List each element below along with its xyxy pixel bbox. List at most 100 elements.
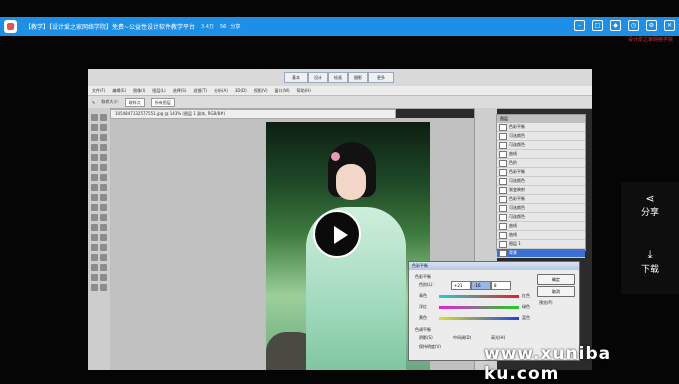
tone-midtones[interactable]: 中间调(D) <box>453 335 471 341</box>
tone-shadows[interactable]: 阴影(S) <box>419 335 433 341</box>
menu-help[interactable]: 帮助(H) <box>297 88 311 94</box>
menu-window[interactable]: 窗口(W) <box>275 88 290 94</box>
tone-highlights[interactable]: 高光(H) <box>491 335 505 341</box>
tool-icon[interactable] <box>91 254 98 261</box>
layer-row[interactable]: 曲线 <box>497 222 585 231</box>
preserve-luminosity-checkbox[interactable]: 保持明度(V) <box>419 344 441 350</box>
menu-3d[interactable]: 3D(D) <box>235 88 247 93</box>
tool-icon[interactable] <box>100 264 107 271</box>
preview-checkbox[interactable]: 预览(P) <box>539 300 553 306</box>
ps-tab-photo[interactable]: 摄影 <box>348 72 368 83</box>
tool-icon[interactable] <box>100 274 107 281</box>
menu-analysis[interactable]: 分析(A) <box>214 88 228 94</box>
menu-view[interactable]: 视图(V) <box>254 88 268 94</box>
tool-icon[interactable] <box>91 194 98 201</box>
ps-tab-paint[interactable]: 绘画 <box>328 72 348 83</box>
tool-icon[interactable] <box>91 114 98 121</box>
level-input-2[interactable]: -16 <box>471 281 491 290</box>
layer-row[interactable]: 渐变映射 <box>497 186 585 195</box>
share-button[interactable]: ⋖ 分享 <box>621 182 679 238</box>
tool-icon[interactable] <box>100 244 107 251</box>
layer-row[interactable]: 图层 1 <box>497 240 585 249</box>
sample-size-select[interactable]: 取样点 <box>124 97 145 107</box>
layer-row[interactable]: 可选颜色 <box>497 141 585 150</box>
tool-icon[interactable] <box>91 154 98 161</box>
menu-filter[interactable]: 滤镜(T) <box>193 88 207 94</box>
yellow-blue-slider[interactable] <box>439 317 519 320</box>
tool-icon[interactable] <box>91 134 98 141</box>
ps-tab-design[interactable]: 设计 <box>308 72 328 83</box>
tool-icon[interactable] <box>100 214 107 221</box>
layer-row[interactable]: 背景 <box>497 249 585 258</box>
tool-icon[interactable] <box>91 164 98 171</box>
tool-icon[interactable] <box>100 204 107 211</box>
ps-document-tab[interactable]: 1054847132577551.jpg @ 143% (图层 1 副本, RG… <box>110 109 396 119</box>
level-input-3[interactable]: 8 <box>491 281 511 290</box>
clock-icon[interactable]: ◷ <box>628 20 639 31</box>
play-button-icon[interactable] <box>313 210 361 258</box>
sample-layers-select[interactable]: 所有图层 <box>150 97 175 107</box>
magenta-green-slider[interactable] <box>439 306 519 309</box>
menu-layer[interactable]: 图层(L) <box>152 88 165 94</box>
menu-select[interactable]: 选择(S) <box>173 88 187 94</box>
cancel-button[interactable]: 取消 <box>537 286 575 297</box>
tool-icon[interactable] <box>91 214 98 221</box>
layer-row[interactable]: 曲线 <box>497 231 585 240</box>
tool-icon[interactable] <box>91 234 98 241</box>
settings-icon[interactable]: ⚙ <box>646 20 657 31</box>
tool-icon[interactable] <box>91 184 98 191</box>
eyedropper-icon[interactable]: ✎ <box>92 100 95 105</box>
ps-tab-more[interactable]: 更多 <box>368 72 394 83</box>
tool-icon[interactable] <box>100 194 107 201</box>
tool-icon[interactable] <box>91 204 98 211</box>
gamepad-icon[interactable]: ◆ <box>610 20 621 31</box>
tool-icon[interactable] <box>91 174 98 181</box>
layer-row[interactable]: 色阶 <box>497 159 585 168</box>
tool-icon[interactable] <box>100 164 107 171</box>
layer-row[interactable]: 色彩平衡 <box>497 168 585 177</box>
layer-row[interactable]: 可选颜色 <box>497 177 585 186</box>
tool-icon[interactable] <box>91 274 98 281</box>
tool-icon[interactable] <box>100 154 107 161</box>
layer-row[interactable]: 色彩平衡 <box>497 123 585 132</box>
layers-panel-header: 图层 <box>497 115 585 123</box>
ps-tab-basic[interactable]: 基本 <box>284 72 308 83</box>
download-icon: ⤓ <box>647 248 653 261</box>
tool-icon[interactable] <box>100 134 107 141</box>
promo-link[interactable]: 设计爱之家网络学院 <box>628 36 673 43</box>
tool-icon[interactable] <box>91 284 98 291</box>
minus-icon[interactable]: – <box>574 20 585 31</box>
menu-image[interactable]: 图像(I) <box>133 88 145 94</box>
close-icon[interactable]: ✕ <box>664 20 675 31</box>
tool-icon[interactable] <box>91 124 98 131</box>
watermark-text: www.xuniba ku.com <box>484 344 612 384</box>
ok-button[interactable]: 确定 <box>537 274 575 285</box>
layer-row[interactable]: 色彩平衡 <box>497 195 585 204</box>
tool-icon[interactable] <box>91 244 98 251</box>
tool-icon[interactable] <box>91 224 98 231</box>
layer-row[interactable]: 可选颜色 <box>497 213 585 222</box>
tool-icon[interactable] <box>100 234 107 241</box>
menu-file[interactable]: 文件(F) <box>92 88 105 94</box>
tool-icon[interactable] <box>100 144 107 151</box>
tool-icon[interactable] <box>100 254 107 261</box>
cyan-red-slider[interactable] <box>439 295 519 298</box>
layer-row[interactable]: 可选颜色 <box>497 204 585 213</box>
tool-icon[interactable] <box>100 174 107 181</box>
tool-icon[interactable] <box>100 184 107 191</box>
download-button[interactable]: ⤓ 下载 <box>621 238 679 294</box>
maximize-icon[interactable]: □ <box>592 20 603 31</box>
slider-green-label: 绿色 <box>522 304 530 309</box>
tool-icon[interactable] <box>100 224 107 231</box>
tool-icon[interactable] <box>100 284 107 291</box>
tool-icon[interactable] <box>91 144 98 151</box>
tool-icon[interactable] <box>91 264 98 271</box>
like-count[interactable]: 56 <box>220 24 226 30</box>
tool-icon[interactable] <box>100 124 107 131</box>
tool-icon[interactable] <box>100 114 107 121</box>
layer-row[interactable]: 曲线 <box>497 150 585 159</box>
layer-row[interactable]: 可选颜色 <box>497 132 585 141</box>
level-input-1[interactable]: +21 <box>451 281 471 290</box>
share-link[interactable]: 分享 <box>230 23 240 30</box>
menu-edit[interactable]: 编辑(E) <box>112 88 126 94</box>
